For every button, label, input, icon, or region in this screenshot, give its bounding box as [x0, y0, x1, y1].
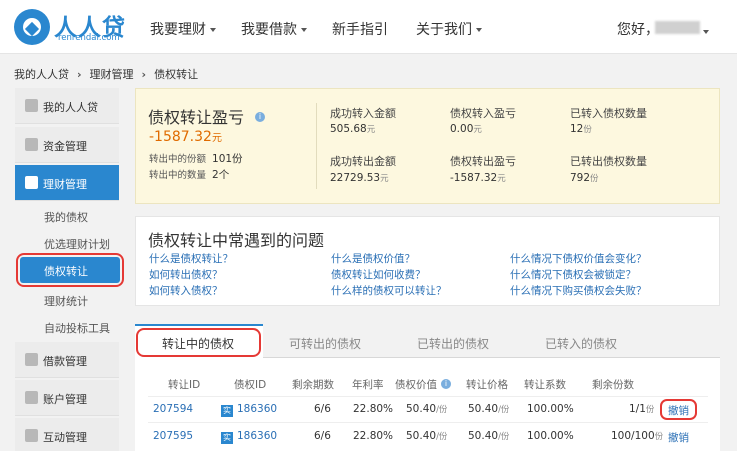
- user-menu-chevron-icon[interactable]: [703, 25, 709, 38]
- chevron-right-icon: ›: [141, 68, 147, 81]
- remaining-shares: 1/1份: [629, 403, 655, 415]
- stat-value: 0.00元: [450, 123, 482, 135]
- sidebar-item-funds[interactable]: 资金管理: [15, 127, 119, 163]
- info-icon[interactable]: i: [255, 112, 265, 122]
- annual-rate: 22.80%: [353, 430, 394, 442]
- nav-about[interactable]: 关于我们: [416, 19, 482, 39]
- info-icon[interactable]: i: [441, 379, 451, 389]
- transferring-count: 转出中的数量 2个: [149, 169, 230, 181]
- col-header: 转让价格: [466, 379, 508, 391]
- debt-id-link[interactable]: 实 186360: [221, 403, 277, 417]
- summary-title: 债权转让盈亏: [148, 108, 245, 127]
- annual-rate: 22.80%: [353, 403, 394, 415]
- transfer-price: 50.40/份: [468, 430, 510, 442]
- cancel-button[interactable]: 撤销: [668, 430, 689, 445]
- faq-link[interactable]: 什么样的债权可以转让？: [331, 283, 447, 298]
- renrendai-logo-icon[interactable]: [14, 9, 50, 45]
- stat-label: 成功转入金额: [330, 107, 396, 120]
- stat-label: 债权转入盈亏: [450, 107, 516, 120]
- nav-invest[interactable]: 我要理财: [150, 19, 216, 39]
- col-header: 年利率: [352, 379, 384, 391]
- document-icon: [25, 353, 38, 366]
- remaining-periods: 6/6: [314, 430, 331, 442]
- sidebar-item-invest[interactable]: 理财管理: [15, 165, 119, 201]
- coins-icon: [25, 138, 38, 151]
- sidebar-sub-auto-bid[interactable]: 自动投标工具: [44, 320, 110, 336]
- nav-guide[interactable]: 新手指引: [332, 19, 388, 39]
- tab-transferred-in[interactable]: 已转入的债权: [545, 335, 617, 352]
- sidebar-item-my-renrendai[interactable]: 我的人人贷: [15, 88, 119, 124]
- chevron-down-icon: [210, 28, 216, 32]
- stat-value: 792份: [570, 172, 599, 184]
- cancel-button[interactable]: 撤销: [668, 403, 689, 418]
- col-header: 剩余份数: [592, 379, 634, 391]
- divider: [148, 422, 708, 423]
- stat-value: 12份: [570, 123, 592, 135]
- faq-link[interactable]: 什么情况下债权会被锁定？: [510, 267, 636, 282]
- transfer-id-link[interactable]: 207595: [153, 430, 193, 442]
- remaining-periods: 6/6: [314, 403, 331, 415]
- transfer-id-link[interactable]: 207594: [153, 403, 193, 415]
- stat-value: -1587.32元: [450, 172, 506, 184]
- divider: [148, 396, 708, 397]
- bar-chart-icon: [25, 176, 38, 189]
- home-icon: [25, 99, 38, 112]
- stat-label: 成功转出金额: [330, 155, 396, 168]
- col-header: 债权价值: [395, 379, 437, 391]
- sidebar-sub-transfer[interactable]: 债权转让: [20, 257, 120, 283]
- faq-link[interactable]: 如何转出债权？: [149, 267, 223, 282]
- chevron-down-icon: [301, 28, 307, 32]
- stat-label: 债权转出盈亏: [450, 155, 516, 168]
- col-header: 转让ID: [168, 379, 201, 391]
- transfer-coef: 100.00%: [527, 403, 574, 415]
- sidebar-item-account[interactable]: 账户管理: [15, 380, 119, 416]
- user-icon: [25, 391, 38, 404]
- breadcrumb-current: 债权转让: [154, 68, 199, 81]
- tab-transferring-label[interactable]: 转让中的债权: [162, 335, 234, 352]
- stat-value: 505.68元: [330, 123, 376, 135]
- breadcrumb-invest[interactable]: 理财管理: [90, 68, 134, 81]
- stat-value: 22729.53元: [330, 172, 389, 184]
- faq-title: 债权转让中常遇到的问题: [148, 231, 325, 250]
- chevron-right-icon: ›: [77, 68, 82, 81]
- debt-id-link[interactable]: 实 186360: [221, 430, 277, 444]
- chat-icon: [25, 429, 38, 442]
- faq-link[interactable]: 什么是债权价值？: [331, 251, 415, 266]
- transfer-coef: 100.00%: [527, 430, 574, 442]
- sidebar-item-interact[interactable]: 互动管理: [15, 418, 119, 451]
- transfer-price: 50.40/份: [468, 403, 510, 415]
- debt-value: 50.40/份: [406, 403, 448, 415]
- nav-borrow[interactable]: 我要借款: [241, 19, 307, 39]
- debt-value: 50.40/份: [406, 430, 448, 442]
- verified-badge: 实: [221, 432, 233, 444]
- stat-label: 已转入债权数量: [570, 107, 647, 120]
- faq-link[interactable]: 什么是债权转让？: [149, 251, 233, 266]
- breadcrumb-home[interactable]: 我的人人贷: [14, 68, 69, 81]
- username-blurred[interactable]: [655, 21, 700, 34]
- col-header: 转让系数: [524, 379, 566, 391]
- faq-link[interactable]: 如何转入债权？: [149, 283, 223, 298]
- faq-link[interactable]: 债权转让如何收费？: [331, 267, 426, 282]
- tab-transferred-out[interactable]: 已转出的债权: [417, 335, 489, 352]
- tab-transferable[interactable]: 可转出的债权: [289, 335, 361, 352]
- sidebar-sub-my-debts[interactable]: 我的债权: [44, 209, 88, 225]
- col-header: 债权ID: [234, 379, 267, 391]
- col-header: 剩余期数: [292, 379, 334, 391]
- summary-value: -1587.32元: [149, 129, 222, 145]
- brand-domain: renrendai.com: [58, 33, 120, 43]
- faq-link[interactable]: 什么情况下债权价值会变化？: [510, 251, 647, 266]
- breadcrumb: 我的人人贷 › 理财管理 › 债权转让: [14, 66, 198, 82]
- remaining-shares: 100/100份: [611, 430, 664, 442]
- divider: [316, 103, 317, 189]
- chevron-down-icon: [476, 28, 482, 32]
- sidebar-sub-stats[interactable]: 理财统计: [44, 293, 88, 309]
- transferring-shares: 转出中的份额 101份: [149, 153, 243, 165]
- sidebar-item-loans[interactable]: 借款管理: [15, 342, 119, 378]
- greeting: 您好，: [617, 22, 659, 38]
- stat-label: 已转出债权数量: [570, 155, 647, 168]
- sidebar-sub-plans[interactable]: 优选理财计划: [44, 236, 110, 252]
- faq-link[interactable]: 什么情况下购买债权会失败？: [510, 283, 647, 298]
- verified-badge: 实: [221, 405, 233, 417]
